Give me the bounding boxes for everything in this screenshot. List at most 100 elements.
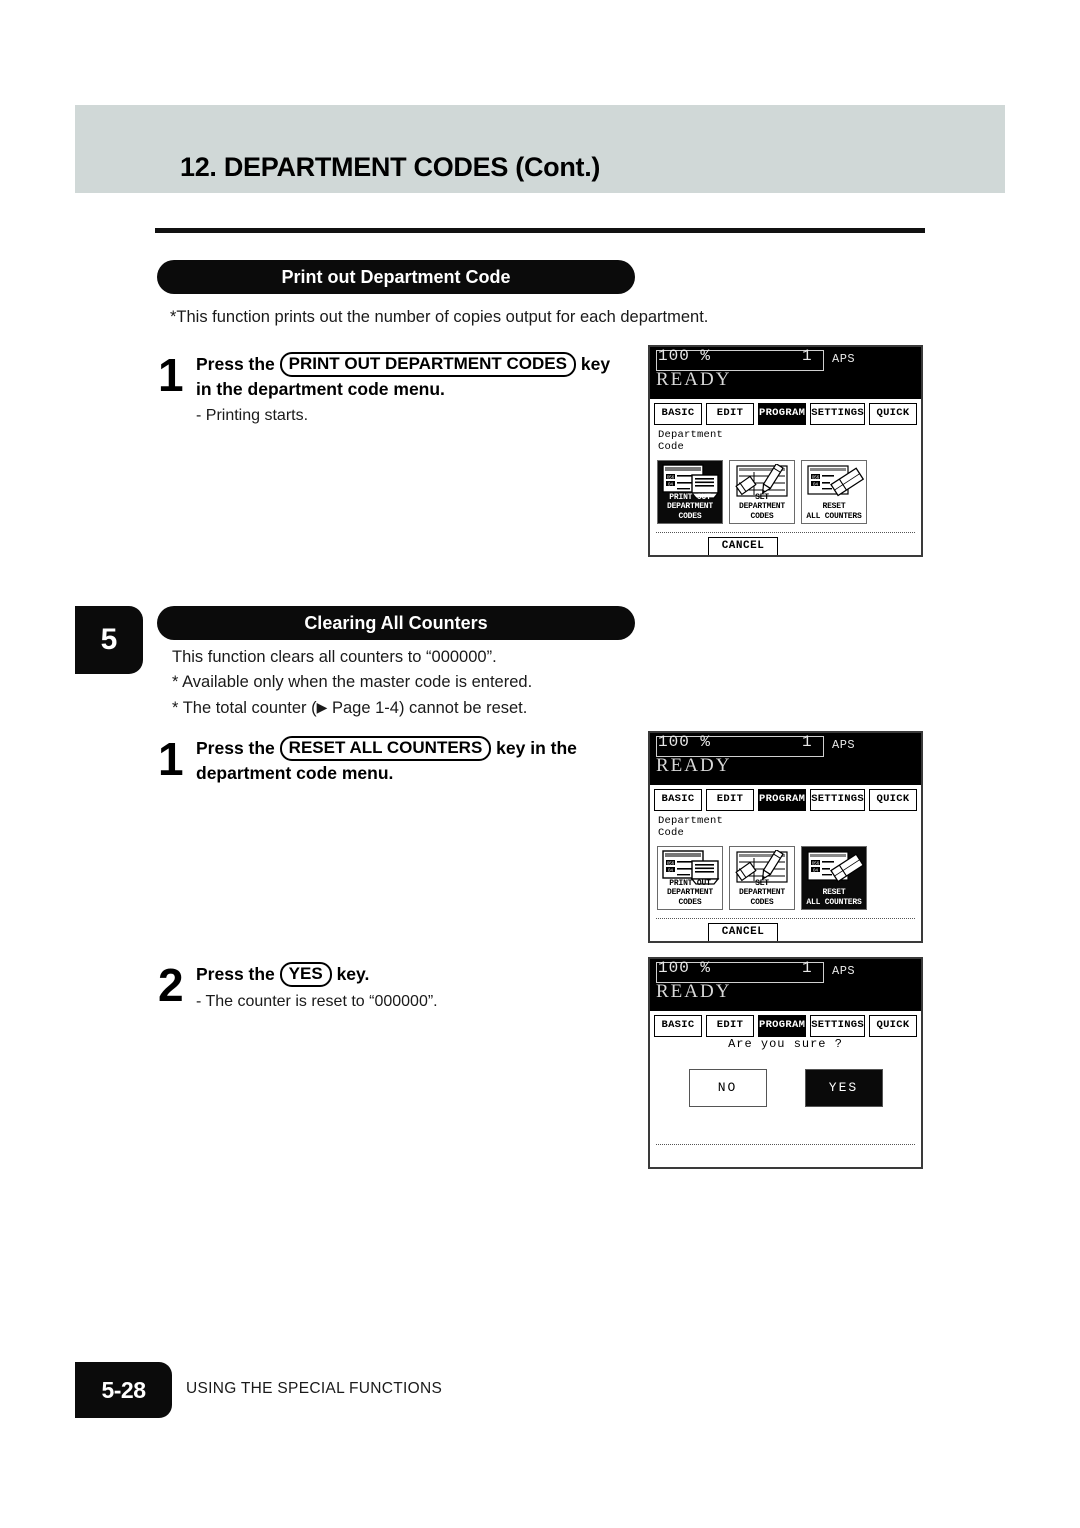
lcd3-yes-button[interactable]: YES [804, 1069, 883, 1107]
header-divider-rule [155, 228, 925, 233]
lcd2-function-icons: 056 04 PRINT OUT DEPARTMENT CODES SET DE… [657, 846, 867, 910]
keycap-yes[interactable]: YES [279, 962, 332, 987]
lcd1-function-icons: 056 04 PRINT OUT DEPARTMENT CODES SET DE… [657, 460, 867, 524]
keycap-print-out-department-codes[interactable]: PRINT OUT DEPARTMENT CODES [279, 352, 576, 377]
lcd3-divider [656, 1144, 915, 1145]
lcd2-zoom-ratio: 100 % [658, 733, 712, 751]
eraser-counter-icon: 056 04 [807, 851, 864, 883]
step-reset-1-suffix: key in the [496, 738, 577, 758]
lcd1-icon-print-out-department-codes[interactable]: 056 04 PRINT OUT DEPARTMENT CODES [657, 460, 723, 524]
lcd1-tab-edit[interactable]: EDIT [705, 403, 754, 425]
step-reset-2-suffix: key. [336, 964, 370, 984]
chapter-number-badge: 5 [75, 606, 143, 674]
lcd2-icon-1-caption: SET DEPARTMENT CODES [730, 879, 794, 908]
lcd2-icon-1-cap1: SET [755, 878, 769, 888]
lcd1-icon-reset-all-counters[interactable]: 056 04 RESET ALL COUNTERS [801, 460, 867, 524]
lcd1-tab-bar[interactable]: BASIC EDIT PROGRAM SETTINGS QUICK [650, 403, 921, 425]
lcd2-icon-set-department-codes[interactable]: SET DEPARTMENT CODES [729, 846, 795, 910]
lcd2-menu-label: Department Code [658, 815, 724, 839]
lcd-panel-reset-all-counters[interactable]: 100 % 1 APS READY BASIC EDIT PROGRAM SET… [648, 731, 923, 943]
svg-text:056: 056 [667, 860, 675, 865]
svg-text:04: 04 [813, 867, 818, 872]
lcd1-tab-program[interactable]: PROGRAM [757, 403, 807, 425]
lcd2-icon-2-caption: RESET ALL COUNTERS [802, 888, 866, 907]
lcd-panel-print-out[interactable]: 100 % 1 APS READY BASIC EDIT PROGRAM SET… [648, 345, 923, 557]
lcd1-icon-2-caption: RESET ALL COUNTERS [802, 502, 866, 521]
lcd2-tab-program[interactable]: PROGRAM [757, 789, 807, 811]
lcd2-tab-settings[interactable]: SETTINGS [810, 789, 865, 811]
step-body-reset-2: Press the YES key. - The counter is rese… [196, 962, 438, 1014]
lcd1-zoom-ratio: 100 % [658, 347, 712, 365]
svg-text:04: 04 [813, 481, 818, 486]
step-reset-2-line1: Press the YES key. [196, 962, 438, 987]
lcd1-icon-1-cap1: SET [755, 492, 769, 502]
lcd1-icon-set-department-codes[interactable]: SET DEPARTMENT CODES [729, 460, 795, 524]
lcd2-icon-0-cap2: DEPARTMENT CODES [666, 888, 713, 907]
lcd2-paper-mode: APS [832, 738, 856, 752]
lcd2-icon-2-cap1: RESET [822, 888, 846, 897]
step-number-print-1: 1 [158, 349, 184, 401]
step-number-reset-1: 1 [158, 733, 184, 785]
lcd1-cancel-button[interactable]: CANCEL [708, 537, 778, 555]
step-print-1-line1: Press the PRINT OUT DEPARTMENT CODES key [196, 352, 610, 377]
lcd1-icon-2-cap2: ALL COUNTERS [806, 511, 862, 521]
lcd3-tab-bar[interactable]: BASIC EDIT PROGRAM SETTINGS QUICK [650, 1015, 921, 1037]
step-reset-2-sub: - The counter is reset to “000000”. [196, 993, 438, 1010]
lcd3-paper-mode: APS [832, 964, 856, 978]
keycap-reset-all-counters[interactable]: RESET ALL COUNTERS [279, 736, 492, 761]
chapter-header-band: 12. DEPARTMENT CODES (Cont.) [75, 105, 1005, 193]
lcd2-cancel-button[interactable]: CANCEL [708, 923, 778, 941]
lcd2-tab-bar[interactable]: BASIC EDIT PROGRAM SETTINGS QUICK [650, 789, 921, 811]
lcd2-divider [656, 918, 915, 919]
lcd3-status-text: READY [656, 981, 732, 1002]
lcd2-icon-2-cap2: ALL COUNTERS [806, 897, 862, 907]
lcd1-tab-basic[interactable]: BASIC [654, 403, 702, 425]
lcd2-icon-0-caption: PRINT OUT DEPARTMENT CODES [658, 879, 722, 908]
lcd1-icon-1-caption: SET DEPARTMENT CODES [730, 493, 794, 522]
step-reset-1-prefix: Press the [196, 738, 275, 758]
footer-section-name: USING THE SPECIAL FUNCTIONS [186, 1380, 443, 1397]
step-body-print-1: Press the PRINT OUT DEPARTMENT CODES key… [196, 352, 610, 428]
lcd2-tab-basic[interactable]: BASIC [654, 789, 702, 811]
section-heading-print-out: Print out Department Code [157, 260, 635, 294]
lcd1-tab-settings[interactable]: SETTINGS [810, 403, 865, 425]
lcd-panel-confirm-reset[interactable]: 100 % 1 APS READY BASIC EDIT PROGRAM SET… [648, 957, 923, 1169]
lcd2-icon-print-out-department-codes[interactable]: 056 04 PRINT OUT DEPARTMENT CODES [657, 846, 723, 910]
lcd2-tab-edit[interactable]: EDIT [705, 789, 754, 811]
lcd3-no-button[interactable]: NO [688, 1069, 767, 1107]
footer-page-badge: 5-28 [75, 1362, 172, 1418]
clearing-note-3-post: Page 1-4) cannot be reset. [327, 699, 528, 717]
clearing-note-3: * The total counter (▶ Page 1-4) cannot … [172, 695, 527, 721]
lcd3-tab-edit[interactable]: EDIT [705, 1015, 754, 1037]
lcd1-icon-0-cap1: PRINT OUT [669, 492, 711, 502]
lcd2-icon-1-cap2: DEPARTMENT CODES [738, 888, 785, 907]
lcd3-tab-basic[interactable]: BASIC [654, 1015, 702, 1037]
lcd3-tab-settings[interactable]: SETTINGS [810, 1015, 865, 1037]
step-reset-2-prefix: Press the [196, 964, 275, 984]
page-title: 12. DEPARTMENT CODES (Cont.) [180, 152, 601, 182]
lcd1-icon-1-cap2: DEPARTMENT CODES [738, 502, 785, 521]
lcd1-icon-2-cap1: RESET [822, 502, 846, 511]
lcd1-menu-label: Department Code [658, 429, 724, 453]
eraser-counter-icon: 056 04 [807, 465, 864, 497]
step-reset-1-line1: Press the RESET ALL COUNTERS key in the [196, 736, 577, 761]
clearing-note-2: * Available only when the master code is… [172, 673, 533, 691]
lcd3-tab-quick[interactable]: QUICK [869, 1015, 917, 1037]
lcd2-icon-reset-all-counters[interactable]: 056 04 RESET ALL COUNTERS [801, 846, 867, 910]
lcd1-icon-0-caption: PRINT OUT DEPARTMENT CODES [658, 493, 722, 522]
chapter-number: 5 [100, 623, 118, 656]
lcd3-zoom-ratio: 100 % [658, 959, 712, 977]
lcd3-tab-program[interactable]: PROGRAM [757, 1015, 807, 1037]
lcd2-tab-quick[interactable]: QUICK [869, 789, 917, 811]
step-print-1-line2: in the department code menu. [196, 379, 445, 399]
svg-text:056: 056 [667, 474, 675, 479]
svg-text:04: 04 [668, 867, 673, 872]
lcd2-copy-count: 1 [802, 733, 812, 751]
footer-page-number: 5-28 [101, 1377, 146, 1403]
lcd1-tab-quick[interactable]: QUICK [869, 403, 917, 425]
clearing-note-3-pre: * The total counter ( [172, 699, 317, 717]
lcd3-status-bar: 100 % 1 APS READY [650, 959, 921, 1011]
step-number-reset-2: 2 [158, 959, 184, 1011]
print-out-note: *This function prints out the number of … [170, 308, 709, 326]
step-body-reset-1: Press the RESET ALL COUNTERS key in the … [196, 736, 577, 785]
